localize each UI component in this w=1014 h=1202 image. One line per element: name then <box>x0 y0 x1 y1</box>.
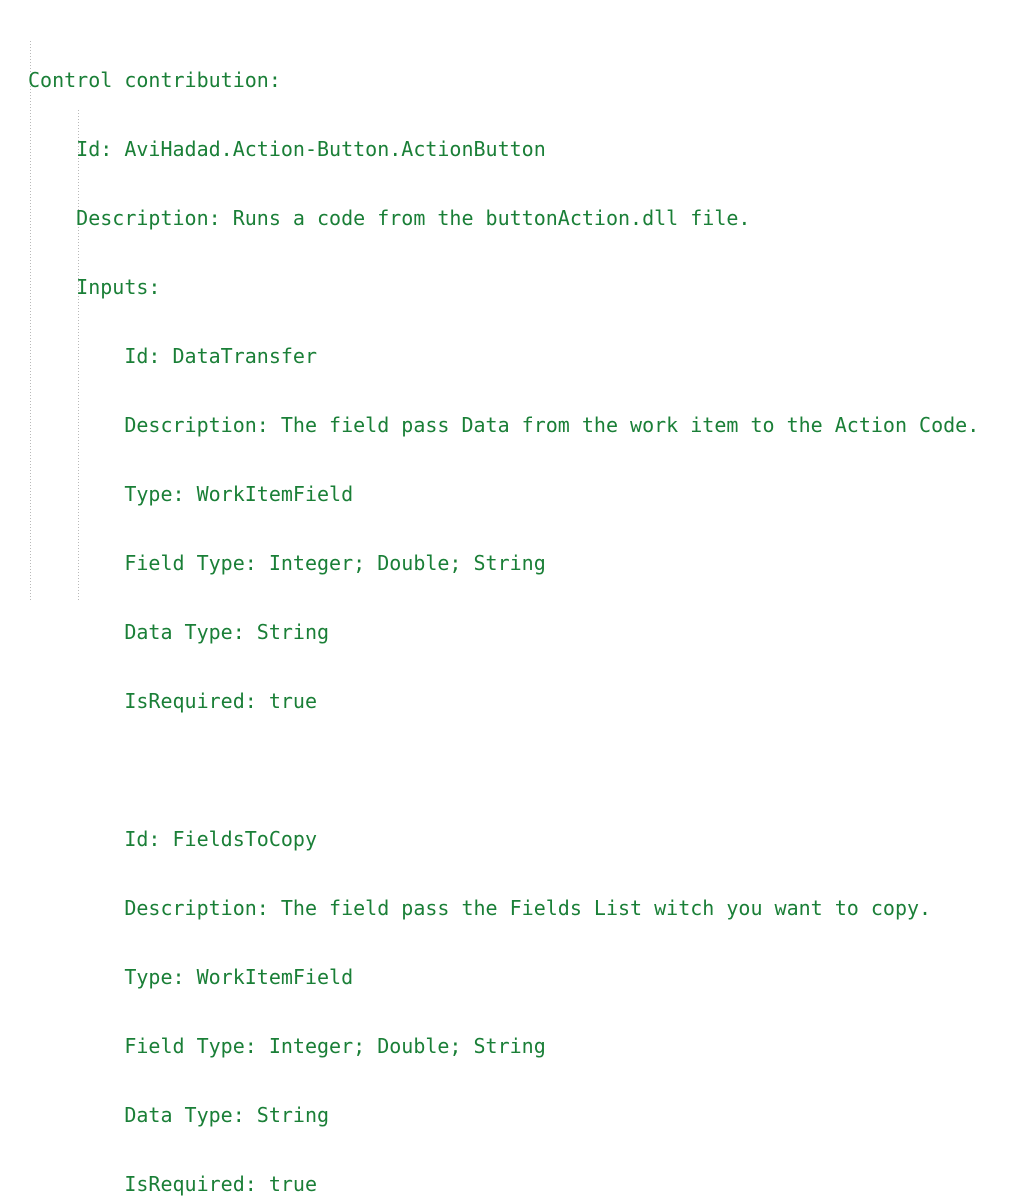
code-line: Type: WorkItemField <box>28 965 354 989</box>
code-line: IsRequired: true <box>28 689 317 713</box>
code-line: Description: Runs a code from the button… <box>28 206 751 230</box>
code-line: Control contribution: <box>28 68 281 92</box>
code-view[interactable]: Control contribution: Id: AviHadad.Actio… <box>0 0 1014 1196</box>
code-text-block[interactable]: Control contribution: Id: AviHadad.Actio… <box>28 23 979 1202</box>
code-line: Description: The field pass Data from th… <box>28 413 980 437</box>
code-line: Id: FieldsToCopy <box>28 827 317 851</box>
code-line: Field Type: Integer; Double; String <box>28 1034 546 1058</box>
code-line: Id: AviHadad.Action-Button.ActionButton <box>28 137 546 161</box>
code-line: Id: DataTransfer <box>28 344 317 368</box>
code-line: IsRequired: true <box>28 1172 317 1196</box>
code-line: Field Type: Integer; Double; String <box>28 551 546 575</box>
code-line: Inputs: <box>28 275 161 299</box>
code-line: Type: WorkItemField <box>28 482 354 506</box>
code-line: Data Type: String <box>28 1103 330 1127</box>
code-line: Description: The field pass the Fields L… <box>28 896 932 920</box>
code-line: Data Type: String <box>28 620 330 644</box>
